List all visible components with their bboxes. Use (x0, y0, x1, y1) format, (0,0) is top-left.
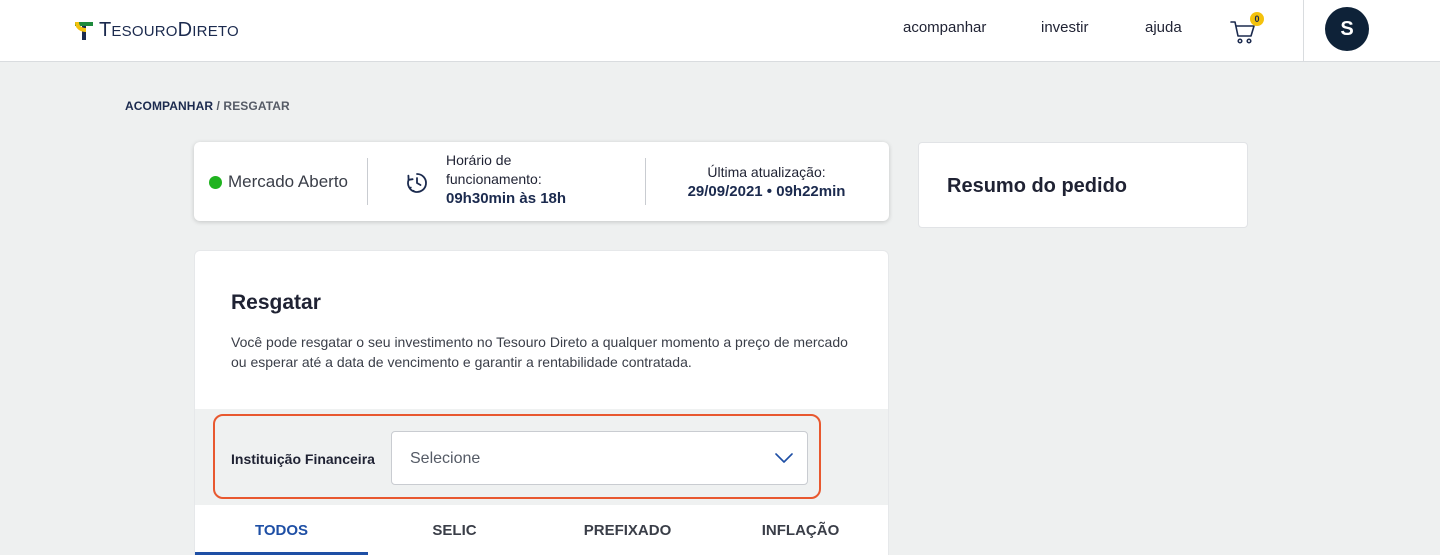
hours-label-line2: funcionamento: (446, 171, 542, 187)
cart-count-badge: 0 (1250, 12, 1264, 26)
tesouro-logo-icon (75, 22, 93, 40)
header-divider (1303, 0, 1304, 62)
tab-inflacao[interactable]: INFLAÇÃO (714, 505, 887, 555)
nav-investir[interactable]: investir (1041, 19, 1089, 36)
tab-todos[interactable]: TODOS (195, 505, 368, 555)
institution-select[interactable]: Selecione (391, 431, 808, 485)
nav-ajuda[interactable]: ajuda (1145, 19, 1182, 36)
operating-hours: Horário de funcionamento: 09h30min às 18… (446, 151, 566, 208)
cart-button[interactable]: 0 (1229, 12, 1264, 46)
nav-acompanhar[interactable]: acompanhar (903, 19, 986, 36)
user-avatar[interactable]: S (1325, 7, 1369, 51)
tesouro-direto-logo[interactable]: TESOURODIRETO (73, 17, 239, 43)
top-header: TESOURODIRETO acompanhar investir ajuda … (0, 0, 1440, 62)
market-status-text: Mercado Aberto (228, 172, 349, 191)
market-status: Mercado Aberto (209, 172, 348, 192)
tab-prefixado[interactable]: PREFIXADO (541, 505, 714, 555)
logo-text: TESOURODIRETO (99, 18, 239, 41)
breadcrumb-acompanhar[interactable]: ACOMPANHAR (125, 99, 213, 113)
breadcrumb-separator: / (216, 99, 220, 113)
chevron-down-icon (775, 453, 793, 463)
market-open-dot (209, 175, 222, 189)
last-update: Última atualização: 29/09/2021 • 09h22mi… (664, 162, 869, 202)
divider (367, 158, 368, 205)
hours-value: 09h30min às 18h (446, 190, 567, 207)
tab-selic[interactable]: SELIC (368, 505, 541, 555)
update-value: 29/09/2021 • 09h22min (687, 183, 846, 200)
hours-label-line1: Horário de (446, 152, 512, 168)
redeem-card: Resgatar Você pode resgatar o seu invest… (194, 250, 889, 555)
market-status-card: Mercado Aberto Horário de funcionamento:… (194, 142, 889, 221)
order-summary-card: Resumo do pedido (918, 142, 1248, 228)
divider (645, 158, 646, 205)
clock-history-icon (407, 173, 427, 193)
page-description: Você pode resgatar o seu investimento no… (231, 334, 848, 370)
page-title: Resgatar (231, 291, 321, 314)
institution-label: Instituição Financeira (231, 451, 375, 467)
breadcrumb-current: RESGATAR (223, 99, 290, 113)
order-summary-title: Resumo do pedido (947, 175, 1127, 197)
filter-band: Instituição Financeira Selecione (195, 409, 888, 505)
update-label: Última atualização: (707, 164, 826, 180)
bond-type-tabs: TODOS SELIC PREFIXADO INFLAÇÃO (195, 505, 888, 555)
breadcrumb: ACOMPANHAR / RESGATAR (125, 99, 290, 113)
institution-select-value: Selecione (410, 450, 481, 467)
